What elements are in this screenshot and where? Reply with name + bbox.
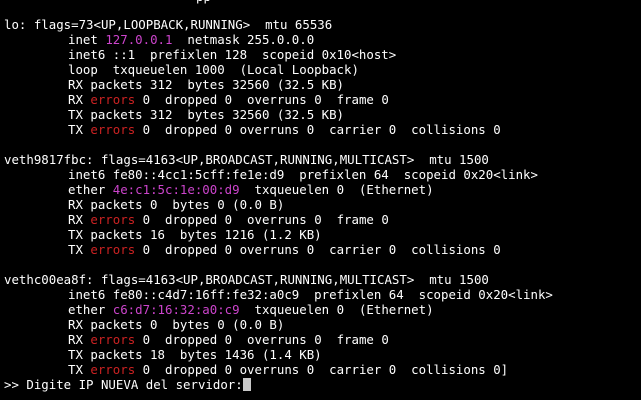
errors-label: errors — [90, 362, 136, 377]
line-text: RX packets 0 bytes 0 (0.0 B) — [68, 197, 285, 212]
interface-detail-line: TX packets 16 bytes 1216 (1.2 KB) — [4, 227, 641, 242]
line-text: netmask 255.0.0.0 — [172, 32, 315, 47]
clipped-top-text: pp — [196, 0, 211, 3]
interface-detail-line: RX packets 312 bytes 32560 (32.5 KB) — [4, 77, 641, 92]
line-text: ether — [68, 182, 113, 197]
line-text: RX packets 312 bytes 32560 (32.5 KB) — [68, 77, 345, 92]
interface-detail-line: TX packets 18 bytes 1436 (1.4 KB) — [4, 347, 641, 362]
interface-detail-line: TX errors 0 dropped 0 overruns 0 carrier… — [4, 242, 641, 257]
address-value: c6:d7:16:32:a0:c9 — [112, 302, 240, 317]
line-text: inet6 fe80::c4d7:16ff:fe32:a0c9 prefixle… — [68, 287, 553, 302]
interface-detail-line: TX packets 312 bytes 32560 (32.5 KB) — [4, 107, 641, 122]
line-text: RX — [68, 92, 91, 107]
interface-detail-line: TX errors 0 dropped 0 overruns 0 carrier… — [4, 362, 641, 377]
line-text: 0 dropped 0 overruns 0 carrier 0 collisi… — [135, 122, 501, 137]
line-text: TX — [68, 362, 91, 377]
errors-label: errors — [90, 332, 136, 347]
errors-label: errors — [90, 242, 136, 257]
interface-detail-line: RX errors 0 dropped 0 overruns 0 frame 0 — [4, 92, 641, 107]
interface-detail-line: inet6 fe80::c4d7:16ff:fe32:a0c9 prefixle… — [4, 287, 641, 302]
input-prompt-line[interactable]: >> Digite IP NUEVA del servidor: — [4, 377, 641, 392]
errors-label: errors — [90, 212, 136, 227]
interface-detail-line: RX errors 0 dropped 0 overruns 0 frame 0 — [4, 332, 641, 347]
line-text: txqueuelen 0 (Ethernet) — [239, 182, 434, 197]
line-text: TX packets 18 bytes 1436 (1.4 KB) — [68, 347, 322, 362]
interface-header: veth9817fbc: flags=4163<UP,BROADCAST,RUN… — [4, 152, 489, 167]
interface-detail-line: inet6 fe80::4cc1:5cff:fe1e:d9 prefixlen … — [4, 167, 641, 182]
line-text: 0 dropped 0 overruns 0 carrier 0 collisi… — [135, 362, 509, 377]
interface-header: lo: flags=73<UP,LOOPBACK,RUNNING> mtu 65… — [4, 17, 333, 32]
line-text: loop txqueuelen 1000 (Local Loopback) — [68, 62, 359, 77]
line-text: ether — [68, 302, 113, 317]
line-text: 0 dropped 0 overruns 0 frame 0 — [135, 212, 389, 227]
terminal-output: lo: flags=73<UP,LOOPBACK,RUNNING> mtu 65… — [4, 17, 641, 392]
prompt-text: >> Digite IP NUEVA del servidor: — [4, 377, 243, 392]
line-text: 0 dropped 0 overruns 0 frame 0 — [135, 92, 389, 107]
interface-detail-line: TX errors 0 dropped 0 overruns 0 carrier… — [4, 122, 641, 137]
interface-detail-line: RX packets 0 bytes 0 (0.0 B) — [4, 317, 641, 332]
interface-detail-line: ether 4e:c1:5c:1e:00:d9 txqueuelen 0 (Et… — [4, 182, 641, 197]
terminal-window[interactable]: pp lo: flags=73<UP,LOOPBACK,RUNNING> mtu… — [0, 0, 641, 400]
line-text: txqueuelen 0 (Ethernet) — [239, 302, 434, 317]
line-text: TX — [68, 242, 91, 257]
line-text: TX — [68, 122, 91, 137]
line-text: 0 dropped 0 overruns 0 carrier 0 collisi… — [135, 242, 501, 257]
address-value: 4e:c1:5c:1e:00:d9 — [112, 182, 240, 197]
interface-detail-line: loop txqueuelen 1000 (Local Loopback) — [4, 62, 641, 77]
interface-header: vethc00ea8f: flags=4163<UP,BROADCAST,RUN… — [4, 272, 489, 287]
line-text: inet — [68, 32, 106, 47]
interface-detail-line: ether c6:d7:16:32:a0:c9 txqueuelen 0 (Et… — [4, 302, 641, 317]
line-text: RX packets 0 bytes 0 (0.0 B) — [68, 317, 285, 332]
errors-label: errors — [90, 122, 136, 137]
line-text: TX packets 16 bytes 1216 (1.2 KB) — [68, 227, 322, 242]
interface-detail-line: inet6 ::1 prefixlen 128 scopeid 0x10<hos… — [4, 47, 641, 62]
line-text: 0 dropped 0 overruns 0 frame 0 — [135, 332, 389, 347]
line-text: RX — [68, 332, 91, 347]
interface-detail-line: RX errors 0 dropped 0 overruns 0 frame 0 — [4, 212, 641, 227]
interface-detail-line: RX packets 0 bytes 0 (0.0 B) — [4, 197, 641, 212]
line-text: inet6 fe80::4cc1:5cff:fe1e:d9 prefixlen … — [68, 167, 538, 182]
interface-detail-line: inet 127.0.0.1 netmask 255.0.0.0 — [4, 32, 641, 47]
line-text: TX packets 312 bytes 32560 (32.5 KB) — [68, 107, 345, 122]
address-value: 127.0.0.1 — [105, 32, 173, 47]
errors-label: errors — [90, 92, 136, 107]
line-text: inet6 ::1 prefixlen 128 scopeid 0x10<hos… — [68, 47, 397, 62]
line-text: RX — [68, 212, 91, 227]
text-cursor[interactable] — [242, 378, 251, 391]
